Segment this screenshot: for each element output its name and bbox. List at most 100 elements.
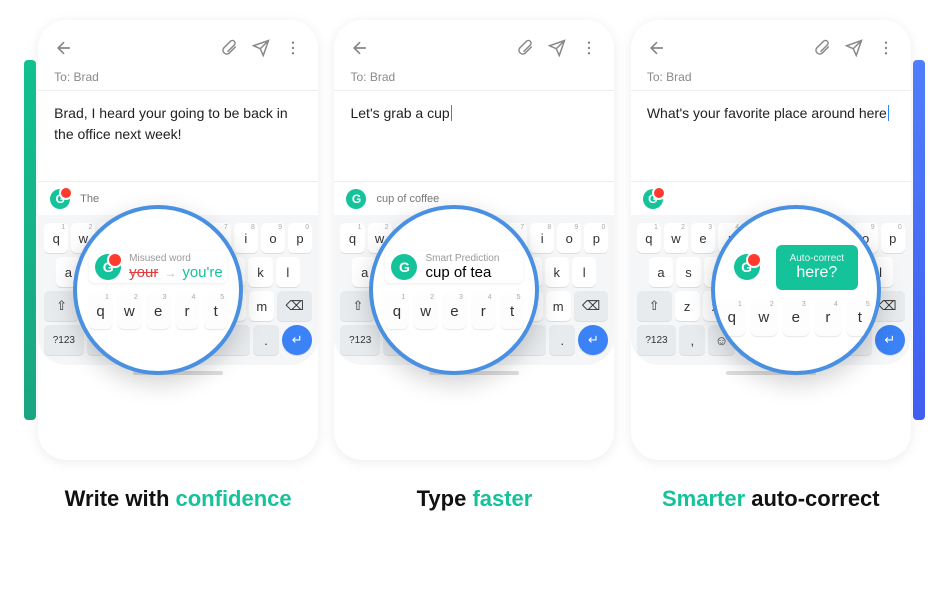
phone-row: To: Brad Brad, I heard your going to be … xyxy=(0,0,949,460)
enter-key[interactable]: ↵ xyxy=(578,325,608,355)
to-field[interactable]: To: Brad xyxy=(38,66,318,91)
grammarly-icon[interactable]: G xyxy=(346,189,366,209)
suggestion-text[interactable]: The xyxy=(80,193,306,205)
arrow-icon: → xyxy=(164,266,176,280)
backspace-key[interactable]: ⌫ xyxy=(277,291,312,321)
caption-3: Smarter auto-correct xyxy=(631,485,911,514)
correction[interactable]: you're xyxy=(182,264,222,281)
key-w[interactable]: w2 xyxy=(751,300,777,336)
key-e[interactable]: e3 xyxy=(147,293,170,329)
accent-strip xyxy=(913,60,925,420)
key-o[interactable]: o9 xyxy=(557,223,581,253)
key-k[interactable]: k xyxy=(248,257,272,287)
key-r[interactable]: r4 xyxy=(815,300,841,336)
key-w[interactable]: w2 xyxy=(664,223,688,253)
key-m[interactable]: m xyxy=(249,291,274,321)
zoom-keys: q1w2e3r4t5 xyxy=(89,293,227,329)
attach-icon[interactable] xyxy=(220,39,238,57)
more-icon[interactable] xyxy=(284,39,302,57)
zoom-label: Smart Prediction xyxy=(425,253,499,264)
shift-key[interactable]: ⇧ xyxy=(637,291,672,321)
key-q[interactable]: q1 xyxy=(719,300,745,336)
key-q[interactable]: q1 xyxy=(89,293,112,329)
zoom-suggestion: G Smart Prediction cup of tea xyxy=(385,251,523,283)
key-l[interactable]: l xyxy=(572,257,596,287)
send-icon[interactable] xyxy=(548,39,566,57)
attach-icon[interactable] xyxy=(516,39,534,57)
key-m[interactable]: m xyxy=(546,291,571,321)
key-i[interactable]: i8 xyxy=(234,223,258,253)
enter-key[interactable]: ↵ xyxy=(875,325,905,355)
key-p[interactable]: p0 xyxy=(584,223,608,253)
more-icon[interactable] xyxy=(877,39,895,57)
zoom-label: Auto-correct xyxy=(790,253,844,264)
compose-topbar xyxy=(38,20,318,66)
zoom-keys: q1w2e3r4t5 xyxy=(385,293,523,329)
key-s[interactable]: s xyxy=(676,257,700,287)
phone-card-2: To: Brad Let's grab a cup G cup of coffe… xyxy=(334,20,614,460)
key-e[interactable]: e3 xyxy=(443,293,466,329)
key-p[interactable]: p0 xyxy=(288,223,312,253)
send-icon[interactable] xyxy=(845,39,863,57)
back-icon[interactable] xyxy=(350,38,370,58)
key-t[interactable]: t5 xyxy=(847,300,873,336)
grammarly-icon[interactable]: G xyxy=(643,189,663,209)
autocorrect-bubble[interactable]: Auto-correct here? xyxy=(776,245,858,290)
grammarly-icon: G xyxy=(734,254,760,280)
grammarly-icon: G xyxy=(391,254,417,280)
compose-topbar xyxy=(631,20,911,66)
key-q[interactable]: q1 xyxy=(340,223,364,253)
key-r[interactable]: r4 xyxy=(176,293,199,329)
back-icon[interactable] xyxy=(647,38,667,58)
key-t[interactable]: t5 xyxy=(204,293,227,329)
phone-card-1: To: Brad Brad, I heard your going to be … xyxy=(38,20,318,460)
key-o[interactable]: o9 xyxy=(261,223,285,253)
zoom-lens: G Auto-correct here? q1w2e3r4t5 xyxy=(711,205,881,375)
key-e[interactable]: e3 xyxy=(783,300,809,336)
message-body[interactable]: Brad, I heard your going to be back in t… xyxy=(38,91,318,181)
key-e[interactable]: e3 xyxy=(691,223,715,253)
correction: here? xyxy=(790,264,844,282)
key-t[interactable]: t5 xyxy=(501,293,524,329)
to-field[interactable]: To: Brad xyxy=(334,66,614,91)
symbols-key[interactable]: ?123 xyxy=(637,325,676,355)
zoom-lens: G Smart Prediction cup of tea q1w2e3r4t5 xyxy=(369,205,539,375)
symbols-key[interactable]: ?123 xyxy=(44,325,83,355)
key-q[interactable]: q1 xyxy=(44,223,68,253)
phone-card-3: To: Brad What's your favorite place arou… xyxy=(631,20,911,460)
suggestion-text[interactable]: cup of coffee xyxy=(376,193,602,205)
comma-key[interactable]: , xyxy=(679,325,705,355)
grammarly-icon: G xyxy=(95,254,121,280)
key-l[interactable]: l xyxy=(276,257,300,287)
key-q[interactable]: q1 xyxy=(385,293,408,329)
more-icon[interactable] xyxy=(580,39,598,57)
period-key[interactable]: . xyxy=(549,325,575,355)
message-body[interactable]: Let's grab a cup xyxy=(334,91,614,181)
misused-word: your xyxy=(129,264,158,281)
caption-2: Type faster xyxy=(334,485,614,514)
key-z[interactable]: z xyxy=(675,291,700,321)
prediction-text[interactable]: cup of tea xyxy=(425,264,491,281)
back-icon[interactable] xyxy=(54,38,74,58)
text-cursor xyxy=(451,105,452,121)
send-icon[interactable] xyxy=(252,39,270,57)
symbols-key[interactable]: ?123 xyxy=(340,325,379,355)
compose-topbar xyxy=(334,20,614,66)
attach-icon[interactable] xyxy=(813,39,831,57)
key-p[interactable]: p0 xyxy=(881,223,905,253)
key-r[interactable]: r4 xyxy=(472,293,495,329)
zoom-suggestion: G Misused word your → you're xyxy=(89,251,227,283)
enter-key[interactable]: ↵ xyxy=(282,325,312,355)
key-w[interactable]: w2 xyxy=(118,293,141,329)
message-body[interactable]: What's your favorite place around here xyxy=(631,91,911,181)
key-w[interactable]: w2 xyxy=(414,293,437,329)
backspace-key[interactable]: ⌫ xyxy=(574,291,609,321)
to-field[interactable]: To: Brad xyxy=(631,66,911,91)
key-i[interactable]: i8 xyxy=(530,223,554,253)
captions-row: Write with confidence Type faster Smarte… xyxy=(0,460,949,524)
key-q[interactable]: q1 xyxy=(637,223,661,253)
grammarly-icon[interactable]: G xyxy=(50,189,70,209)
key-a[interactable]: a xyxy=(649,257,673,287)
period-key[interactable]: . xyxy=(253,325,279,355)
key-k[interactable]: k xyxy=(545,257,569,287)
